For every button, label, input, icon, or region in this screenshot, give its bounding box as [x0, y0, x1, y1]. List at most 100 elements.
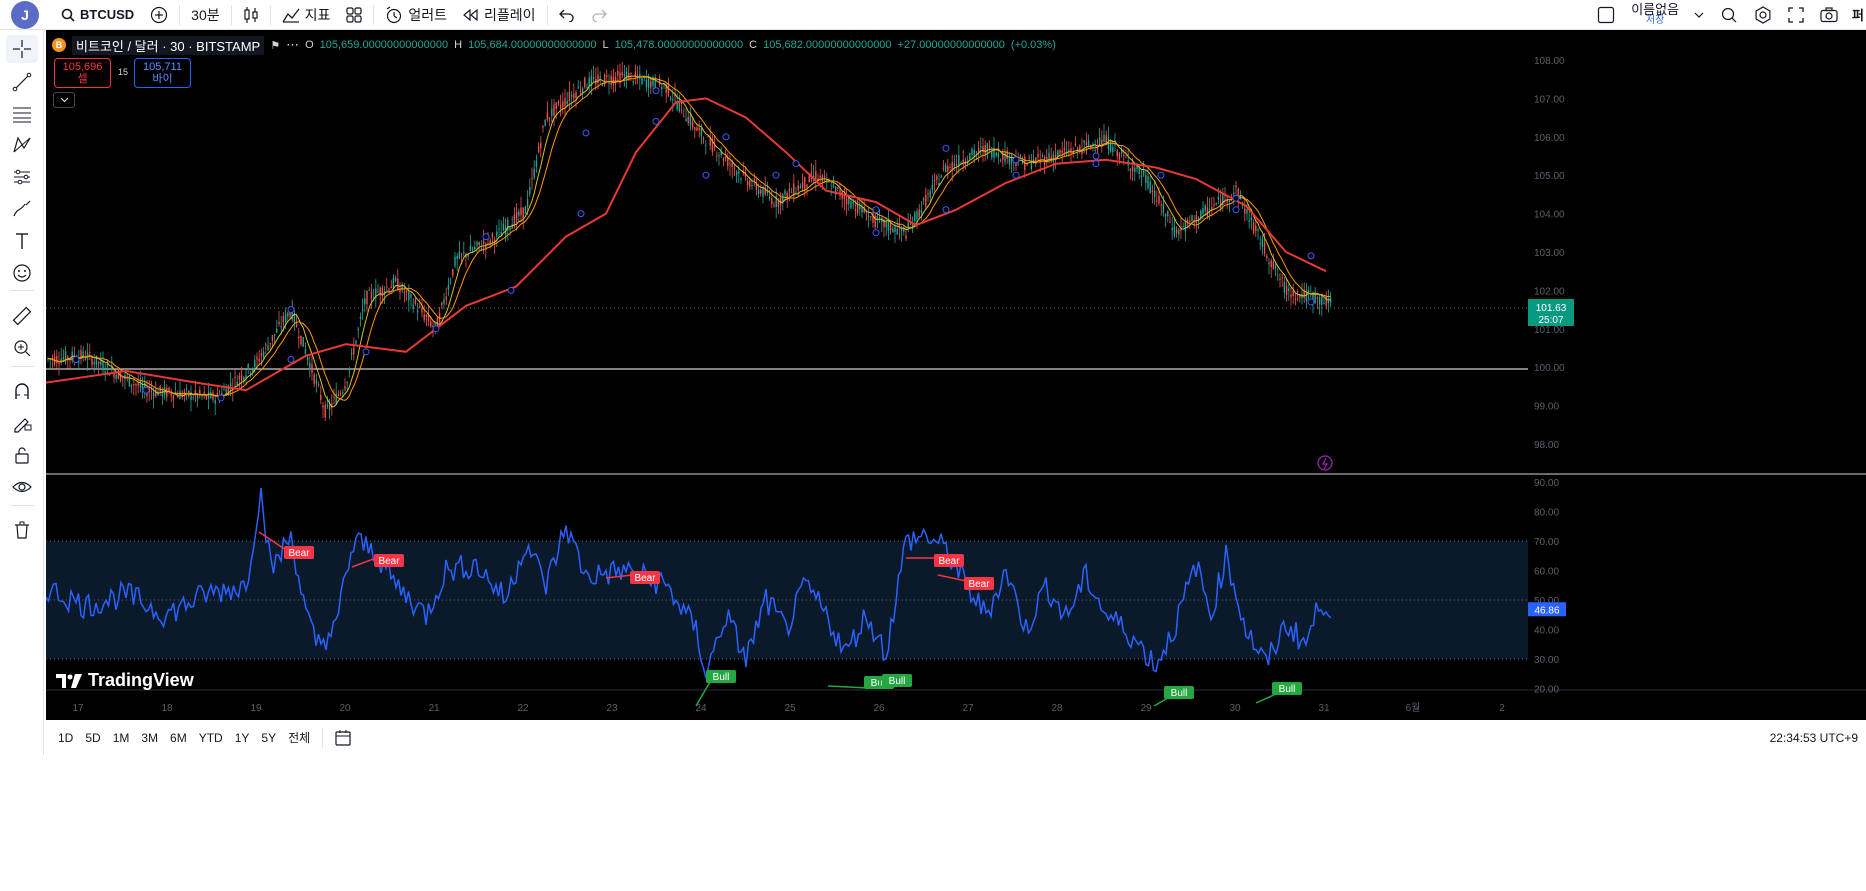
- range-button[interactable]: 6M: [164, 731, 193, 745]
- lock-icon: [15, 447, 29, 464]
- indicators-button[interactable]: 지표: [274, 0, 339, 30]
- prediction-tool[interactable]: [6, 163, 38, 191]
- candle-body: [1085, 142, 1088, 146]
- candle-body: [1010, 155, 1013, 163]
- more-icon[interactable]: ⋯: [286, 37, 299, 53]
- compare-symbol-button[interactable]: [142, 0, 176, 30]
- candle-body: [918, 209, 920, 217]
- redo-icon: [591, 9, 607, 22]
- candle-body: [1094, 149, 1096, 151]
- user-avatar[interactable]: J: [11, 0, 39, 29]
- undo-button[interactable]: [551, 0, 583, 30]
- publish-button[interactable]: 퍼: [1846, 0, 1866, 30]
- interval-button[interactable]: 30분: [183, 0, 227, 30]
- alert-label: 얼러트: [408, 6, 448, 23]
- range-button[interactable]: YTD: [193, 731, 229, 745]
- buy-button[interactable]: 105,711 바이: [134, 58, 191, 88]
- zoom-in-tool[interactable]: [6, 334, 38, 362]
- quick-search-button[interactable]: [1712, 0, 1746, 30]
- candle-body: [678, 102, 681, 112]
- undo-icon: [558, 9, 574, 22]
- candle-body: [784, 190, 786, 195]
- rsi-axis-tick: 30.00: [1534, 655, 1559, 666]
- text-tool[interactable]: [6, 227, 38, 255]
- candle-body: [1215, 202, 1217, 205]
- collapse-legend-button[interactable]: [53, 92, 75, 108]
- range-button[interactable]: 전체: [282, 729, 316, 746]
- candle-body: [865, 219, 868, 221]
- eye-icon: [12, 481, 32, 493]
- templates-button[interactable]: [338, 0, 370, 30]
- candle-body: [597, 74, 599, 84]
- candle-body: [377, 291, 379, 293]
- lock-all-tool[interactable]: [6, 441, 38, 469]
- signal-marker: [287, 306, 295, 314]
- range-button[interactable]: 1D: [52, 731, 79, 745]
- candle-body: [1164, 213, 1167, 217]
- fullscreen-icon: [1788, 6, 1804, 23]
- top-toolbar: J BTCUSD 30분 지표 얼러트 리플레이 이름없음 저장 퍼: [0, 0, 1866, 30]
- fullscreen-button[interactable]: [1780, 0, 1812, 30]
- candle-body: [370, 291, 373, 299]
- fib-tool[interactable]: [6, 100, 38, 128]
- chart-style-button[interactable]: [235, 0, 267, 30]
- candle-body: [1204, 205, 1206, 212]
- candle-body: [89, 352, 91, 354]
- candle-body: [271, 335, 274, 341]
- candle-body: [313, 374, 315, 384]
- candle-body: [905, 235, 907, 239]
- candle-body: [366, 291, 368, 305]
- multi-layout-button[interactable]: [1589, 0, 1623, 30]
- range-button[interactable]: 3M: [135, 731, 164, 745]
- lock-drawing-tool[interactable]: [6, 409, 38, 437]
- sell-button[interactable]: 105,696 셀: [54, 58, 111, 88]
- replay-button[interactable]: 리플레이: [455, 0, 544, 30]
- candle-body: [353, 347, 355, 355]
- candle-body: [414, 300, 417, 305]
- text-icon: [16, 233, 28, 249]
- hide-drawings-tool[interactable]: [6, 473, 38, 501]
- brush-tool[interactable]: [6, 195, 38, 223]
- candle-body: [273, 334, 276, 336]
- candle-body: [804, 176, 806, 189]
- candle-body: [128, 375, 131, 387]
- trend-line-tool[interactable]: [6, 68, 38, 96]
- candle-body: [161, 389, 164, 397]
- symbol-label: BTCUSD: [80, 7, 135, 22]
- candle-body: [606, 75, 608, 77]
- redo-button[interactable]: [583, 0, 615, 30]
- goto-date-button[interactable]: [326, 723, 360, 753]
- candle-body: [922, 198, 925, 200]
- candle-body: [350, 352, 353, 355]
- range-button[interactable]: 1M: [107, 731, 136, 745]
- candle-body: [689, 115, 692, 126]
- candle-body: [122, 377, 124, 379]
- candle-body: [295, 323, 298, 327]
- clock-timezone[interactable]: 22:34:53 UTC+9: [1770, 731, 1858, 745]
- range-button[interactable]: 5Y: [255, 731, 282, 745]
- measure-tool[interactable]: [6, 302, 38, 330]
- candle-body: [1134, 167, 1136, 172]
- layout-name-button[interactable]: 이름없음 저장: [1623, 0, 1712, 30]
- candle-body: [973, 149, 975, 157]
- settings-button[interactable]: [1746, 0, 1780, 30]
- emoji-tool[interactable]: [6, 259, 38, 287]
- legend-title[interactable]: 비트코인 / 달러 · 30 · BITSTAMP: [72, 35, 265, 55]
- candle-body: [342, 391, 344, 393]
- chart-canvas[interactable]: 108.00 107.00 106.00 105.00 104.00 103.00 102.…: [46, 30, 1866, 720]
- range-button[interactable]: 5D: [79, 731, 106, 745]
- pattern-tool[interactable]: [6, 131, 38, 159]
- candle-body: [326, 404, 329, 407]
- remove-drawings-tool[interactable]: [6, 516, 38, 544]
- snapshot-button[interactable]: [1812, 0, 1846, 30]
- alert-button[interactable]: 얼러트: [377, 0, 455, 30]
- symbol-search-button[interactable]: BTCUSD: [53, 0, 142, 30]
- range-button[interactable]: 1Y: [229, 731, 256, 745]
- pattern-icon: [13, 136, 31, 153]
- flag-icon[interactable]: ⚑: [270, 39, 280, 52]
- candle-body: [1191, 215, 1193, 222]
- candle-body: [454, 256, 456, 267]
- crosshair-tool[interactable]: [6, 35, 38, 63]
- magnet-tool[interactable]: [6, 377, 38, 405]
- layout-save-label: 저장: [1645, 15, 1665, 26]
